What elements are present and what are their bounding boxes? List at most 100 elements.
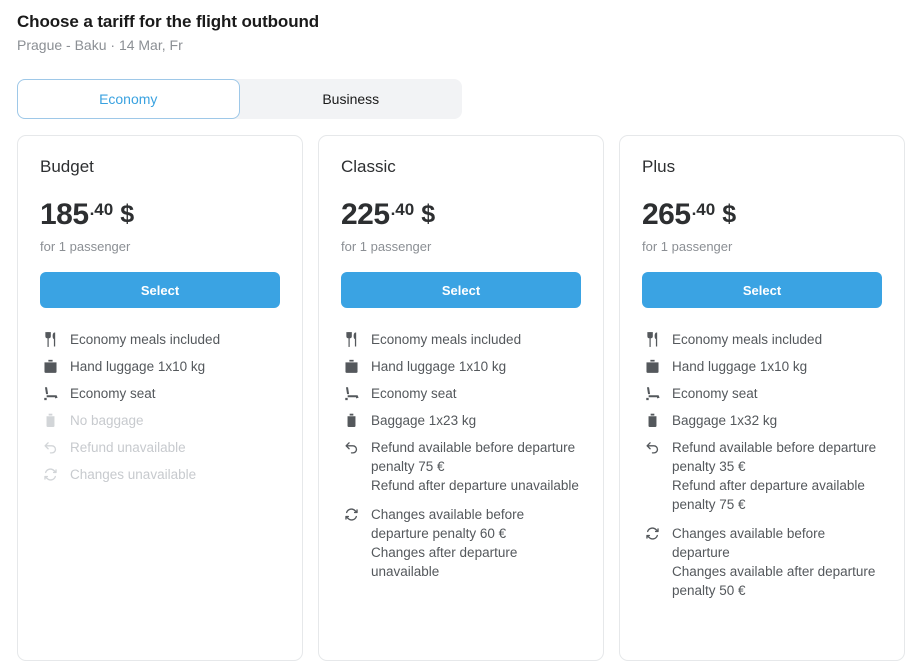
baggage-icon [341, 411, 361, 430]
feature-label-line: Baggage 1x32 kg [672, 411, 777, 430]
meal-icon [341, 330, 361, 349]
price-integer: 225 [341, 200, 390, 230]
feature-label: Economy seat [672, 384, 758, 403]
feature-label: Baggage 1x23 kg [371, 411, 476, 430]
feature-row: Hand luggage 1x10 kg [341, 357, 581, 376]
feature-label-line: No baggage [70, 411, 144, 430]
feature-label-line: Changes available before [371, 505, 524, 524]
feature-row: Hand luggage 1x10 kg [642, 357, 882, 376]
tariff-price: 265.40$ [642, 200, 882, 230]
feature-row: Refund available before departurepenalty… [341, 438, 581, 495]
feature-label: Changes available beforedepartureChanges… [672, 524, 875, 600]
feature-label-line: Refund after departure available [672, 476, 876, 495]
feature-label: Hand luggage 1x10 kg [672, 357, 807, 376]
feature-row: Changes available beforedeparture penalt… [341, 505, 581, 581]
feature-label-line: departure [672, 543, 875, 562]
select-button[interactable]: Select [40, 272, 280, 308]
feature-row: Changes available beforedepartureChanges… [642, 524, 882, 600]
price-currency: $ [120, 200, 134, 229]
tab-business[interactable]: Business [240, 79, 463, 119]
changes-icon [341, 505, 361, 524]
feature-row: Refund available before departurepenalty… [642, 438, 882, 514]
feature-label-line: penalty 75 € [371, 457, 579, 476]
feature-list: Economy meals included Hand luggage 1x10 … [642, 330, 882, 610]
feature-label-line: Hand luggage 1x10 kg [70, 357, 205, 376]
feature-label-line: Changes after departure [371, 543, 524, 562]
feature-row: Economy seat [642, 384, 882, 403]
price-currency: $ [421, 200, 435, 229]
price-integer: 265 [642, 200, 691, 230]
feature-label-line: Refund available before departure [672, 438, 876, 457]
hand-luggage-icon [341, 357, 361, 376]
feature-label: Changes unavailable [70, 465, 196, 484]
feature-label: Economy meals included [70, 330, 220, 349]
feature-row: Economy meals included [642, 330, 882, 349]
price-fraction: .40 [391, 201, 415, 218]
feature-row: No baggage [40, 411, 280, 430]
feature-label-line: Refund after departure unavailable [371, 476, 579, 495]
feature-label-line: penalty 50 € [672, 581, 875, 600]
feature-label: Refund available before departurepenalty… [672, 438, 876, 514]
page-header: Choose a tariff for the flight outbound … [17, 11, 319, 55]
feature-label-line: Economy seat [672, 384, 758, 403]
feature-label-line: Changes unavailable [70, 465, 196, 484]
passenger-note: for 1 passenger [642, 238, 882, 255]
route-date-subtitle: Prague - Baku · 14 Mar, Fr [17, 35, 319, 55]
tab-label: Business [322, 91, 379, 107]
hand-luggage-icon [642, 357, 662, 376]
feature-label-line: Refund unavailable [70, 438, 186, 457]
price-integer: 185 [40, 200, 89, 230]
feature-list: Economy meals included Hand luggage 1x10 … [341, 330, 581, 591]
refund-icon [40, 438, 60, 457]
tariff-price: 185.40$ [40, 200, 280, 230]
tariff-card: Plus 265.40$ for 1 passenger Select Economy … [619, 135, 905, 661]
feature-label-line: Hand luggage 1x10 kg [672, 357, 807, 376]
seat-icon [642, 384, 662, 403]
tariff-name: Classic [341, 156, 581, 178]
feature-label: Economy meals included [371, 330, 521, 349]
feature-row: Changes unavailable [40, 465, 280, 484]
hand-luggage-icon [40, 357, 60, 376]
feature-label: Hand luggage 1x10 kg [70, 357, 205, 376]
tariff-name: Plus [642, 156, 882, 178]
meal-icon [40, 330, 60, 349]
feature-label: Economy meals included [672, 330, 822, 349]
seat-icon [341, 384, 361, 403]
meal-icon [642, 330, 662, 349]
feature-label: No baggage [70, 411, 144, 430]
price-currency: $ [722, 200, 736, 229]
select-button[interactable]: Select [642, 272, 882, 308]
feature-label: Hand luggage 1x10 kg [371, 357, 506, 376]
feature-label: Changes available beforedeparture penalt… [371, 505, 524, 581]
feature-label-line: Economy seat [70, 384, 156, 403]
tariff-selection-page: Choose a tariff for the flight outbound … [0, 0, 920, 668]
tariff-price: 225.40 $ [341, 200, 581, 230]
passenger-note: for 1 passenger [40, 238, 280, 255]
refund-icon [642, 438, 662, 457]
tariff-card-list: Budget185.40$for 1 passengerSelectEconom… [17, 135, 905, 661]
feature-label-line: Refund available before departure [371, 438, 579, 457]
feature-row: Baggage 1x32 kg [642, 411, 882, 430]
feature-label: Economy seat [70, 384, 156, 403]
tab-economy[interactable]: Economy [17, 79, 240, 119]
feature-label: Refund unavailable [70, 438, 186, 457]
feature-label-line: Economy meals included [371, 330, 521, 349]
feature-label-line: penalty 35 € [672, 457, 876, 476]
select-button[interactable]: Select [341, 272, 581, 308]
feature-label: Economy seat [371, 384, 457, 403]
baggage-icon [40, 411, 60, 430]
feature-label-line: Baggage 1x23 kg [371, 411, 476, 430]
feature-label: Refund available before departurepenalty… [371, 438, 579, 495]
changes-icon [40, 465, 60, 484]
baggage-icon [642, 411, 662, 430]
feature-row: Hand luggage 1x10 kg [40, 357, 280, 376]
tariff-card: Classic 225.40 $ for 1 passenger Select Econo… [318, 135, 604, 661]
tariff-name: Budget [40, 156, 280, 178]
feature-label-line: Hand luggage 1x10 kg [371, 357, 506, 376]
feature-row: Economy seat [40, 384, 280, 403]
feature-label-line: Economy seat [371, 384, 457, 403]
feature-label-line: Economy meals included [70, 330, 220, 349]
passenger-note: for 1 passenger [341, 238, 581, 255]
tab-label: Economy [99, 91, 157, 107]
feature-label-line: unavailable [371, 562, 524, 581]
